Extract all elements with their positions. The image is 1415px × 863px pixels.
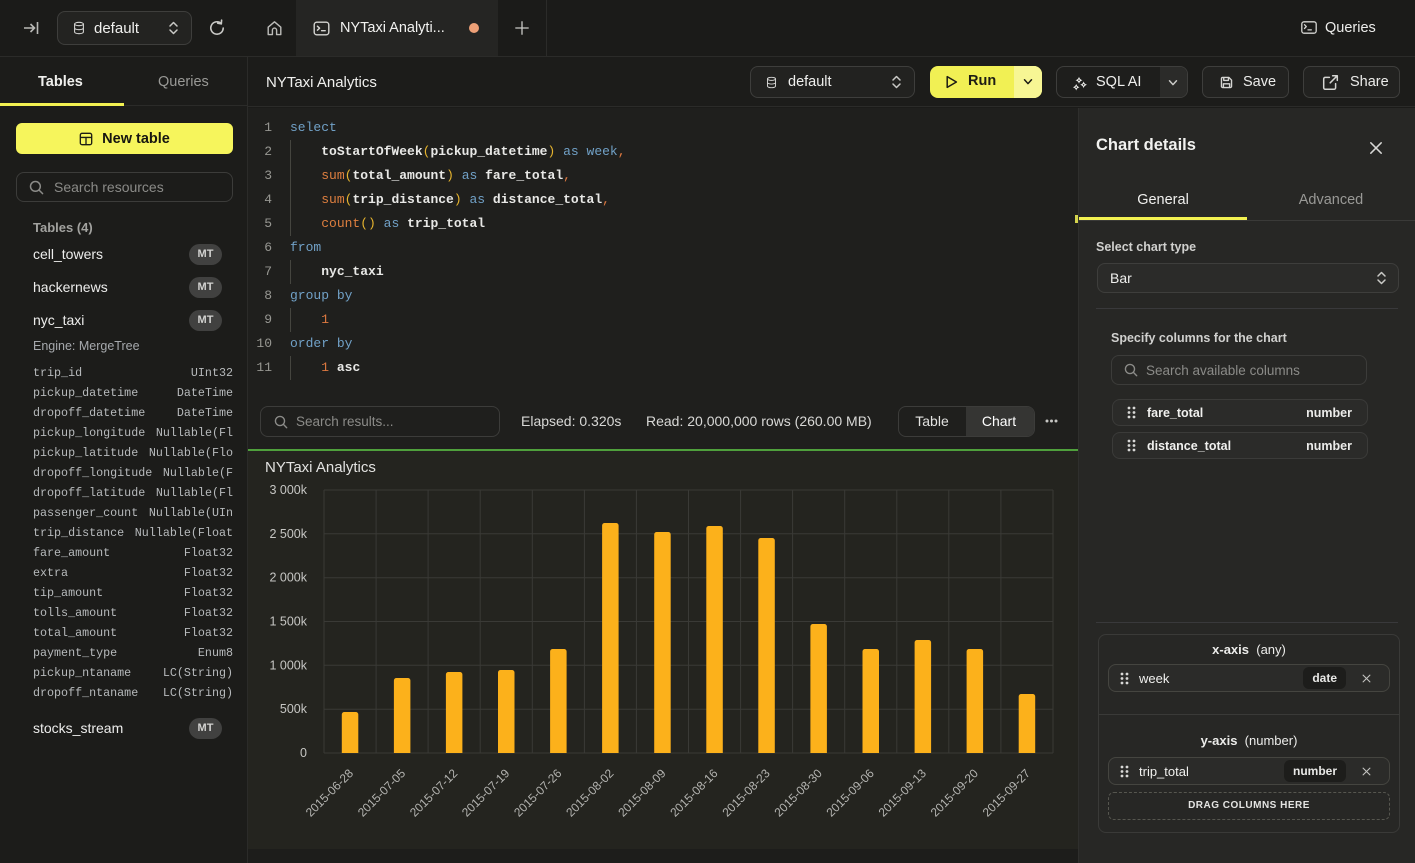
svg-text:500k: 500k bbox=[280, 702, 308, 716]
svg-text:2 000k: 2 000k bbox=[269, 571, 307, 585]
svg-text:3 000k: 3 000k bbox=[269, 483, 307, 497]
svg-text:2015-07-19: 2015-07-19 bbox=[459, 766, 513, 820]
svg-text:2015-06-28: 2015-06-28 bbox=[303, 766, 357, 820]
svg-text:2015-09-20: 2015-09-20 bbox=[928, 766, 982, 820]
svg-text:2015-07-05: 2015-07-05 bbox=[355, 766, 409, 820]
svg-text:2015-09-06: 2015-09-06 bbox=[824, 766, 878, 820]
svg-text:2015-08-16: 2015-08-16 bbox=[667, 766, 721, 820]
svg-text:2015-08-02: 2015-08-02 bbox=[563, 766, 617, 820]
svg-text:1 500k: 1 500k bbox=[269, 615, 307, 629]
svg-text:2015-09-27: 2015-09-27 bbox=[980, 766, 1034, 820]
svg-text:0: 0 bbox=[300, 746, 307, 760]
svg-text:2015-08-09: 2015-08-09 bbox=[615, 766, 669, 820]
svg-text:2015-08-23: 2015-08-23 bbox=[719, 766, 773, 820]
svg-text:2 500k: 2 500k bbox=[269, 527, 307, 541]
svg-text:2015-09-13: 2015-09-13 bbox=[876, 766, 930, 820]
svg-text:2015-07-26: 2015-07-26 bbox=[511, 766, 565, 820]
svg-text:1 000k: 1 000k bbox=[269, 658, 307, 672]
svg-text:2015-08-30: 2015-08-30 bbox=[772, 766, 826, 820]
svg-text:2015-07-12: 2015-07-12 bbox=[407, 766, 461, 820]
